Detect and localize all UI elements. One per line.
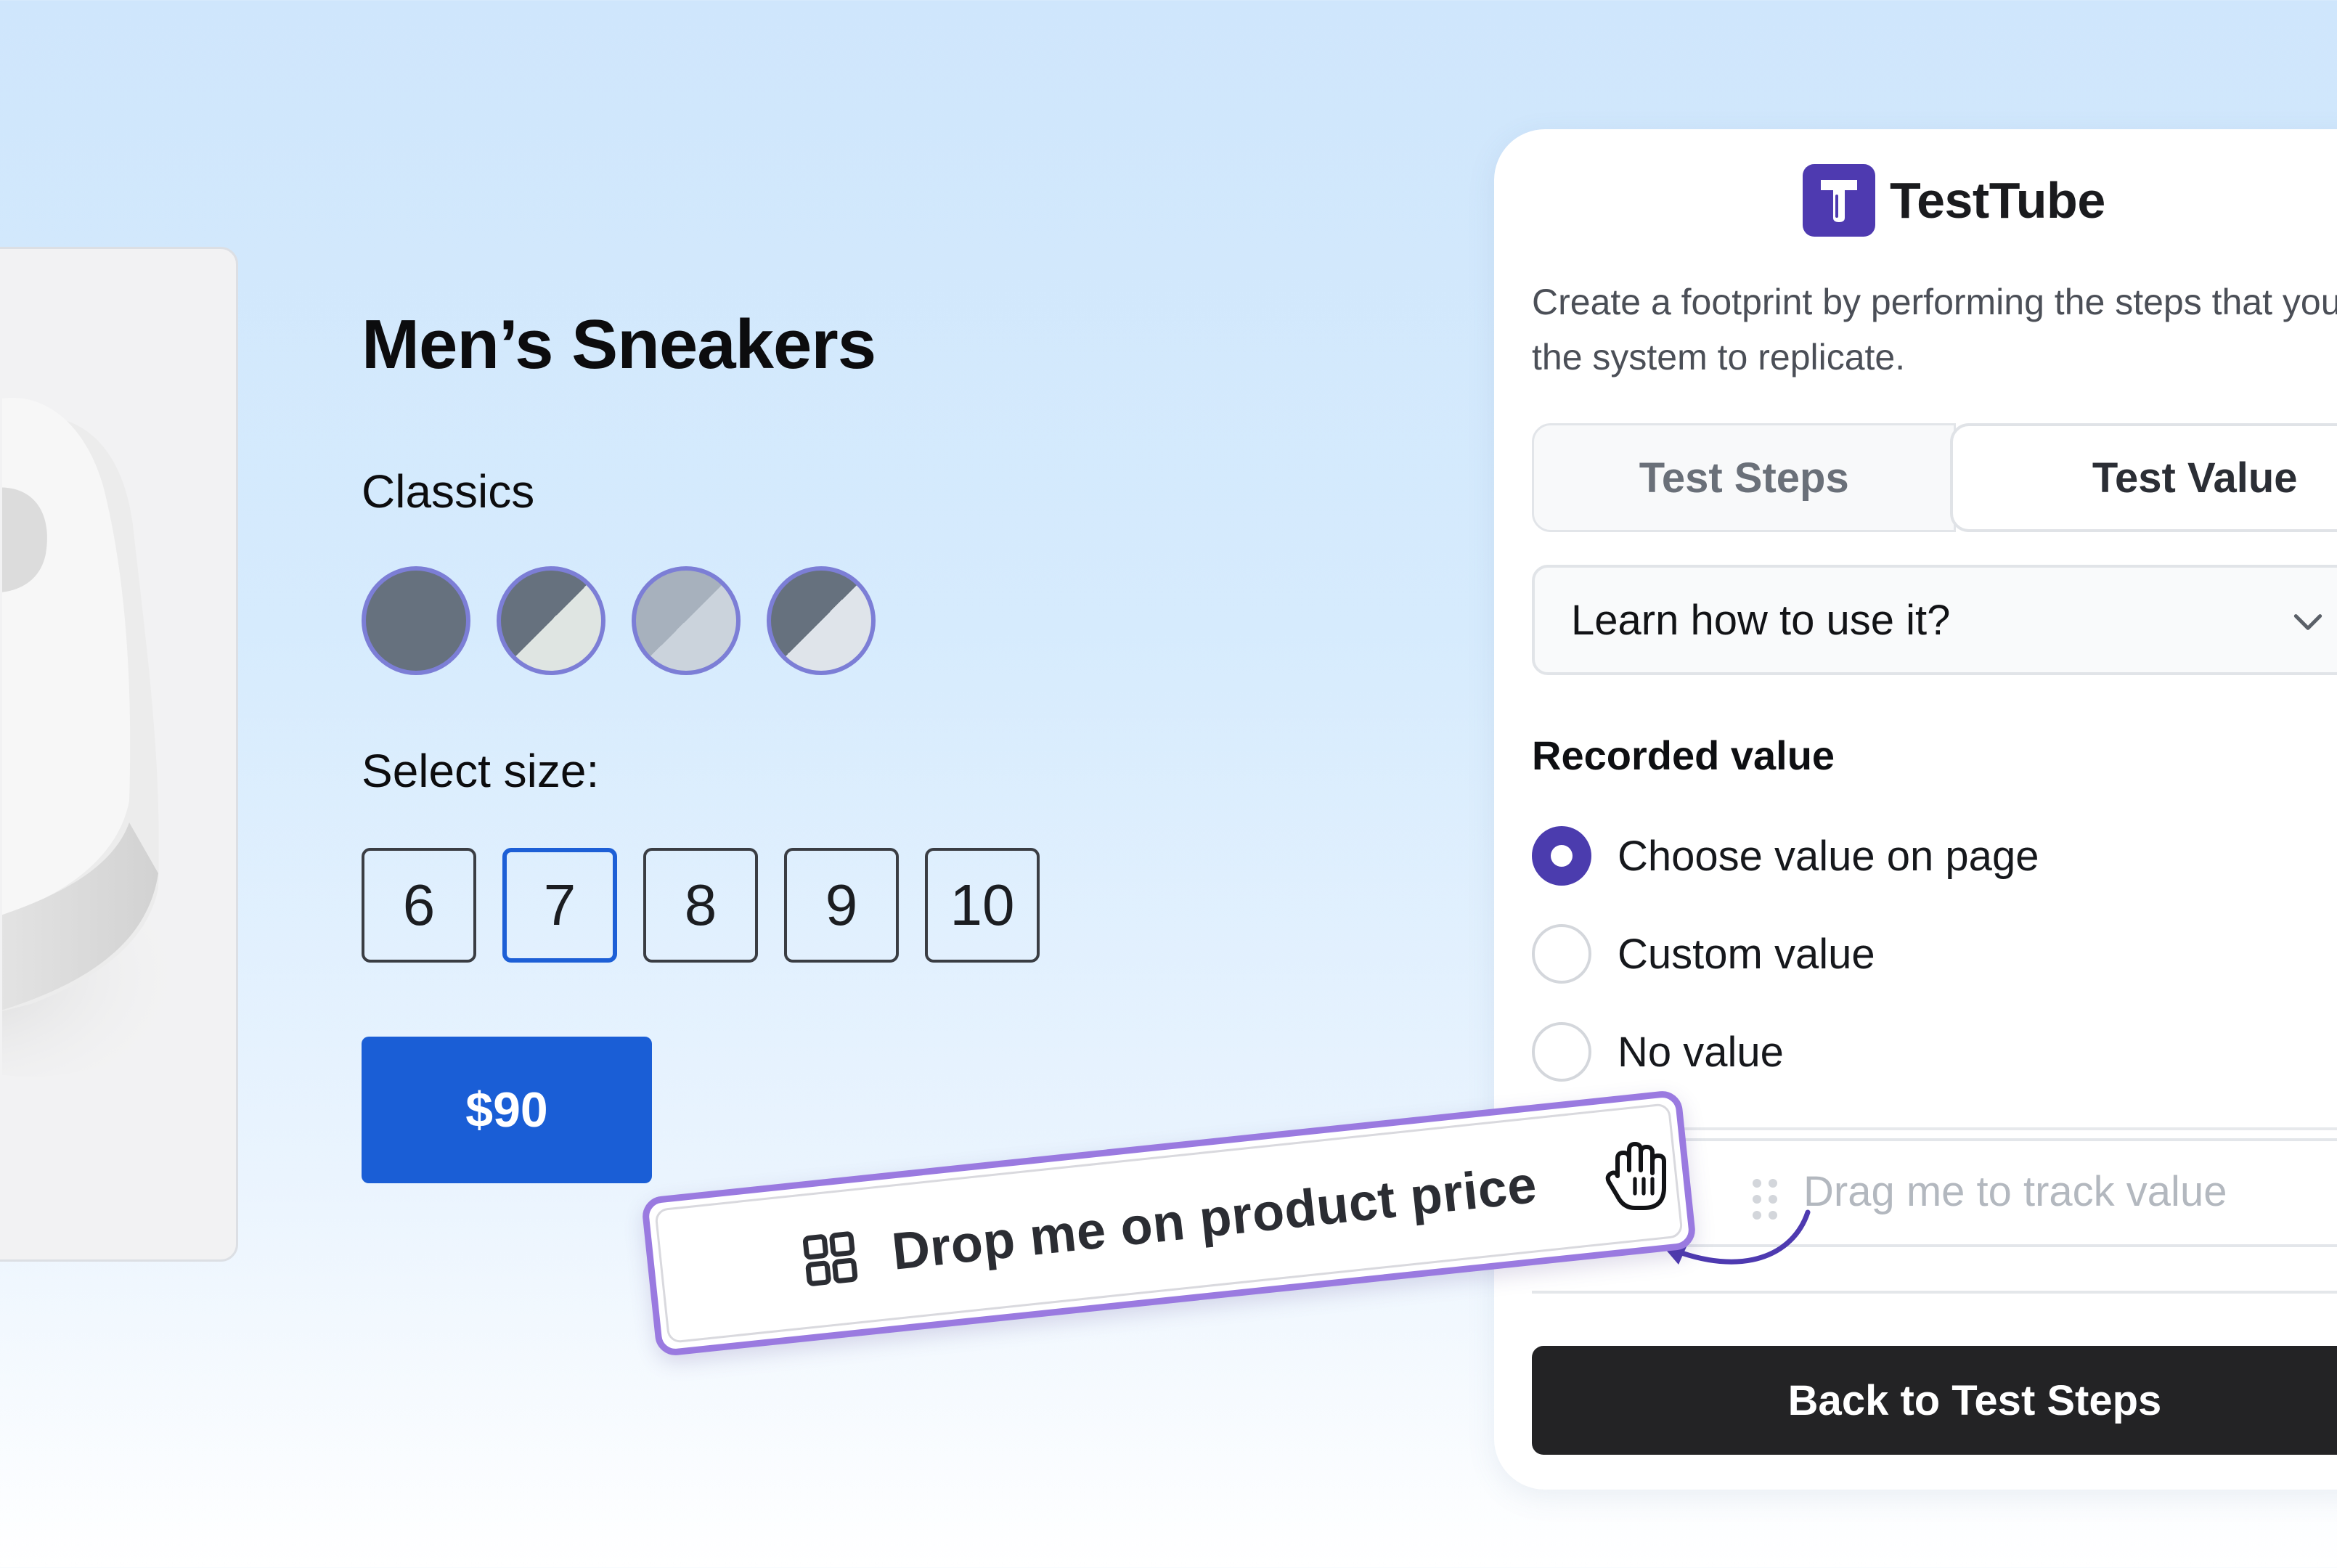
sneaker-image <box>2 397 191 1077</box>
radio-unchecked-icon <box>1532 1022 1591 1082</box>
size-label: Select size: <box>362 745 600 797</box>
drag-placeholder: Drag me to track value <box>1803 1168 2227 1215</box>
chevron-down-icon <box>2293 614 2322 630</box>
grab-hand-cursor-icon <box>1605 1142 1666 1210</box>
size-option-selected[interactable]: 7 <box>502 848 617 963</box>
tab-test-value[interactable]: Test Value <box>1950 423 2337 532</box>
color-swatch[interactable] <box>632 566 741 675</box>
app-logo: TestTube <box>1803 164 2105 237</box>
color-swatch[interactable] <box>362 566 470 675</box>
radio-label: No value <box>1618 1028 1784 1076</box>
testtube-panel: TestTube Create a footprint by performin… <box>1494 129 2337 1490</box>
drop-chip-label: Drop me on product price <box>889 1156 1540 1281</box>
color-swatches <box>362 566 876 675</box>
size-options: 6 7 8 9 10 <box>362 848 1040 963</box>
radio-choose-value[interactable]: Choose value on page <box>1532 826 2039 886</box>
help-accordion[interactable]: Learn how to use it? <box>1532 565 2337 675</box>
size-option[interactable]: 10 <box>925 848 1040 963</box>
panel-tabs: Test Steps Test Value <box>1532 423 2337 532</box>
panel-description: Create a footprint by performing the ste… <box>1532 282 2337 377</box>
color-swatch[interactable] <box>497 566 605 675</box>
recorded-value-title: Recorded value <box>1532 732 1835 778</box>
help-accordion-label: Learn how to use it? <box>1571 596 1951 644</box>
price-button[interactable]: $90 <box>362 1037 652 1183</box>
product-image-card <box>0 247 238 1262</box>
grid-icon <box>802 1231 858 1286</box>
testtube-logo-icon <box>1803 164 1875 237</box>
radio-no-value[interactable]: No value <box>1532 1022 1784 1082</box>
collection-label: Classics <box>362 465 535 518</box>
color-swatch[interactable] <box>767 566 876 675</box>
back-to-test-steps-button[interactable]: Back to Test Steps <box>1532 1346 2337 1455</box>
radio-custom-value[interactable]: Custom value <box>1532 924 1875 984</box>
product-title: Men’s Sneakers <box>362 306 876 383</box>
radio-label: Choose value on page <box>1618 832 2039 880</box>
app-name: TestTube <box>1890 172 2105 229</box>
size-option[interactable]: 9 <box>784 848 899 963</box>
tab-test-steps[interactable]: Test Steps <box>1532 423 1957 532</box>
size-option[interactable]: 6 <box>362 848 476 963</box>
radio-label: Custom value <box>1618 930 1875 978</box>
size-option[interactable]: 8 <box>643 848 758 963</box>
radio-checked-icon <box>1532 826 1591 886</box>
radio-unchecked-icon <box>1532 924 1591 984</box>
